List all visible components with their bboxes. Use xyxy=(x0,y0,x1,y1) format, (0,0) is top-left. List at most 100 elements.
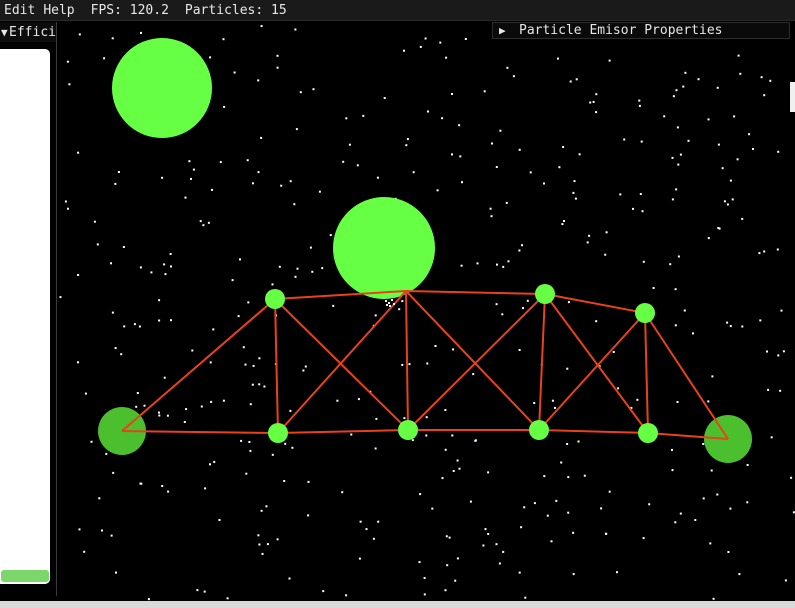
efficiency-panel-header[interactable]: ▼ Effici xyxy=(0,22,56,42)
star xyxy=(247,301,250,304)
star xyxy=(482,544,485,547)
star xyxy=(350,433,353,436)
star xyxy=(252,364,255,367)
particle-emitter-panel-header[interactable]: ▶ Particle Emisor Properties xyxy=(492,22,790,39)
star xyxy=(166,414,169,417)
star xyxy=(641,210,644,213)
star xyxy=(293,203,296,206)
star xyxy=(697,78,700,81)
simulation-viewport[interactable] xyxy=(0,0,795,608)
star xyxy=(502,265,505,268)
star xyxy=(318,190,321,193)
bridge-joint[interactable] xyxy=(535,284,555,304)
star xyxy=(566,367,569,370)
star xyxy=(161,485,164,487)
star xyxy=(257,534,260,537)
star xyxy=(595,111,598,114)
star xyxy=(289,409,292,412)
star xyxy=(212,328,215,331)
star xyxy=(140,31,142,34)
star xyxy=(518,349,521,351)
star xyxy=(93,220,96,223)
star xyxy=(790,476,793,479)
floating-ball[interactable] xyxy=(333,197,435,299)
star xyxy=(567,301,570,304)
star xyxy=(158,299,161,302)
bridge-joint[interactable] xyxy=(265,289,285,309)
star xyxy=(562,146,565,148)
star xyxy=(288,577,291,580)
star xyxy=(110,534,113,537)
star xyxy=(572,531,575,534)
star xyxy=(260,136,263,139)
star xyxy=(729,179,732,182)
star xyxy=(760,76,763,79)
star xyxy=(419,45,422,48)
star xyxy=(600,507,603,510)
star xyxy=(294,275,297,278)
bridge-joint[interactable] xyxy=(398,420,418,440)
star xyxy=(550,540,553,543)
star xyxy=(139,266,142,269)
particle-count-readout: Particles: 15 xyxy=(184,2,287,18)
efficiency-bar xyxy=(1,570,49,582)
star xyxy=(502,550,505,553)
bridge-joint[interactable] xyxy=(638,423,658,443)
star xyxy=(499,129,502,132)
star xyxy=(101,529,103,532)
star xyxy=(707,400,710,403)
star xyxy=(376,176,379,179)
window-resize-handle[interactable] xyxy=(790,82,795,112)
star xyxy=(490,215,493,218)
star xyxy=(336,399,339,402)
star xyxy=(239,258,241,261)
star xyxy=(595,93,598,96)
star xyxy=(459,155,462,158)
star xyxy=(374,314,377,317)
star xyxy=(575,78,578,81)
star xyxy=(419,493,422,496)
star xyxy=(495,303,498,306)
star xyxy=(77,274,80,276)
star xyxy=(276,538,279,541)
star xyxy=(507,260,510,263)
star xyxy=(777,150,780,153)
star xyxy=(278,265,281,268)
star xyxy=(683,309,686,312)
star xyxy=(454,579,457,582)
star xyxy=(218,519,221,521)
star xyxy=(512,75,515,78)
star xyxy=(423,577,426,579)
star xyxy=(114,347,117,350)
menu-help[interactable]: Help xyxy=(43,3,82,18)
star xyxy=(682,85,685,88)
star xyxy=(518,148,521,151)
star xyxy=(117,171,120,173)
star xyxy=(458,124,461,127)
triangle-down-icon: ▼ xyxy=(1,25,8,39)
efficiency-graph xyxy=(0,49,50,584)
star xyxy=(617,387,620,390)
star xyxy=(780,309,783,312)
bridge-joint[interactable] xyxy=(529,420,549,440)
star xyxy=(190,177,192,180)
star xyxy=(150,271,153,274)
bridge-joint[interactable] xyxy=(268,423,288,443)
menu-edit[interactable]: Edit xyxy=(4,3,43,18)
star xyxy=(642,537,645,540)
star xyxy=(574,197,577,200)
star xyxy=(619,193,622,196)
star xyxy=(169,253,172,255)
star xyxy=(766,350,768,353)
star xyxy=(263,385,266,388)
star xyxy=(249,449,252,452)
star xyxy=(543,475,546,478)
star xyxy=(636,398,639,401)
star xyxy=(441,117,444,120)
star xyxy=(115,571,117,574)
star xyxy=(498,562,501,565)
bridge-joint[interactable] xyxy=(635,303,655,323)
floating-ball[interactable] xyxy=(112,38,212,138)
star xyxy=(739,72,742,75)
star xyxy=(676,401,679,403)
